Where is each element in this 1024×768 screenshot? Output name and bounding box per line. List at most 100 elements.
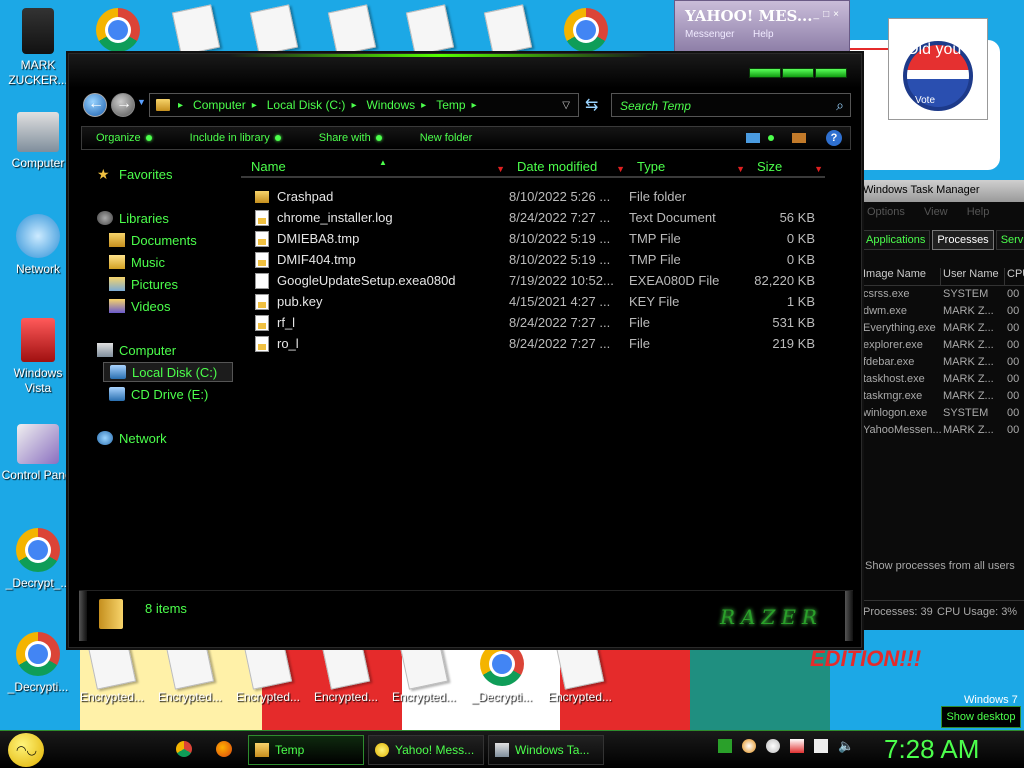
view-dropdown-icon[interactable] xyxy=(768,135,774,141)
column-dropdown-icon[interactable]: ▼ xyxy=(736,160,745,178)
clock[interactable]: 7:28 AM xyxy=(884,734,979,765)
process-row[interactable]: Everything.exe MARK Z... 00 xyxy=(861,322,1024,339)
minimize-button[interactable] xyxy=(749,68,781,78)
nav-videos[interactable]: Videos xyxy=(109,296,171,316)
volume-icon[interactable]: 🔈 xyxy=(838,739,854,753)
col-user-name[interactable]: User Name xyxy=(941,268,1005,285)
chevron-right-icon[interactable]: ▸ xyxy=(351,100,356,111)
chevron-down-icon[interactable]: ▽ xyxy=(562,100,570,111)
recent-pages-dropdown-icon[interactable]: ▼ xyxy=(137,97,146,107)
nav-music[interactable]: Music xyxy=(109,252,165,272)
nav-pictures[interactable]: Pictures xyxy=(109,274,178,294)
breadcrumb-temp[interactable]: Temp xyxy=(436,98,465,112)
yahoo-caption-buttons[interactable]: _□× xyxy=(814,9,843,20)
col-date-modified[interactable]: Date modified ▼ xyxy=(507,158,627,178)
col-cpu[interactable]: CPU xyxy=(1005,268,1024,285)
col-size[interactable]: Size ▼ xyxy=(747,158,825,178)
process-row[interactable]: csrss.exe SYSTEM 00 xyxy=(861,288,1024,305)
col-image-name[interactable]: Image Name xyxy=(861,268,941,285)
file-row[interactable]: DMIF404.tmp 8/10/2022 5:19 ... TMP File 0 K… xyxy=(241,249,857,270)
file-row[interactable]: GoogleUpdateSetup.exea080d 7/19/2022 10:5… xyxy=(241,270,857,291)
search-icon[interactable]: ⌕ xyxy=(836,97,844,114)
nav-network[interactable]: Network xyxy=(97,428,167,448)
process-row[interactable]: taskhost.exe MARK Z... 00 xyxy=(861,373,1024,390)
column-dropdown-icon[interactable]: ▼ xyxy=(814,160,823,178)
process-row[interactable]: taskmgr.exe MARK Z... 00 xyxy=(861,390,1024,407)
nav-cd-drive[interactable]: CD Drive (E:) xyxy=(109,384,208,404)
messenger-tray-icon[interactable] xyxy=(766,739,780,753)
yahoo-help-menu[interactable]: Help xyxy=(753,29,774,40)
preview-pane-icon[interactable] xyxy=(792,133,806,143)
tab-services[interactable]: Services xyxy=(995,230,1024,250)
chevron-right-icon[interactable]: ▸ xyxy=(178,100,183,111)
desktop-icon-user[interactable]: MARK ZUCKER... xyxy=(0,8,76,88)
desktop-icon-network[interactable]: Network xyxy=(0,214,76,277)
desktop-icon-encrypted[interactable]: Encrypted... xyxy=(308,638,384,705)
show-all-processes-button[interactable]: Show processes from all users xyxy=(865,560,1015,572)
process-row[interactable]: YahooMessen... MARK Z... 00 xyxy=(861,424,1024,441)
chevron-right-icon[interactable]: ▸ xyxy=(421,100,426,111)
process-row[interactable]: fdebar.exe MARK Z... 00 xyxy=(861,356,1024,373)
desktop-icon-encrypted[interactable]: Encrypted... xyxy=(542,638,618,705)
desktop-icon-paper[interactable] xyxy=(470,4,546,56)
tab-applications[interactable]: Applications xyxy=(861,230,931,250)
desktop-icon-control-panel[interactable]: Control Panel xyxy=(0,424,76,483)
task-manager-window[interactable]: Windows Task Manager Options View Help A… xyxy=(860,180,1024,630)
desktop-icon-recycle-bin[interactable]: Windows Vista xyxy=(0,318,76,396)
file-row[interactable]: DMIEBA8.tmp 8/10/2022 5:19 ... TMP File 0 K… xyxy=(241,228,857,249)
tab-processes[interactable]: Processes xyxy=(932,230,994,250)
chevron-right-icon[interactable]: ▸ xyxy=(472,100,477,111)
network-tray-icon[interactable] xyxy=(814,739,828,753)
taskbar-button-task-manager[interactable]: Windows Ta... xyxy=(488,735,604,765)
search-input[interactable] xyxy=(612,94,812,118)
tm-menu-view[interactable]: View xyxy=(924,206,948,218)
firefox-quicklaunch-icon[interactable] xyxy=(216,741,232,757)
show-desktop-button[interactable]: Show desktop xyxy=(941,706,1021,728)
new-folder-button[interactable]: New folder xyxy=(420,132,473,144)
refresh-icon[interactable]: ⇆ xyxy=(585,95,598,115)
desktop-icon-chrome-top-2[interactable] xyxy=(548,8,624,56)
explorer-titlebar[interactable] xyxy=(69,54,861,88)
close-button[interactable] xyxy=(815,68,847,78)
chevron-right-icon[interactable]: ▸ xyxy=(252,100,257,111)
breadcrumb-local-disk[interactable]: Local Disk (C:) xyxy=(267,98,346,112)
col-name[interactable]: ▲ Name ▼ xyxy=(241,158,507,178)
yahoo-messenger-window[interactable]: YAHOO! MES... Messenger Help _□× xyxy=(674,0,850,52)
desktop-icon-paper[interactable] xyxy=(236,4,312,56)
chrome-quicklaunch-icon[interactable] xyxy=(176,741,192,757)
desktop-icon-decrypt-2[interactable]: _Decrypti... xyxy=(0,632,76,695)
desktop-icon-paper[interactable] xyxy=(158,4,234,56)
column-dropdown-icon[interactable]: ▼ xyxy=(496,160,505,178)
action-center-icon[interactable] xyxy=(790,739,804,753)
desktop-icon-encrypted[interactable]: Encrypted... xyxy=(230,638,306,705)
breadcrumb-windows[interactable]: Windows xyxy=(366,98,415,112)
share-with-button[interactable]: Share with xyxy=(319,132,382,144)
file-row[interactable]: rf_l 8/24/2022 7:27 ... File 531 KB xyxy=(241,312,857,333)
desktop-icon-decrypt[interactable]: _Decrypt_... xyxy=(0,528,76,591)
breadcrumb[interactable]: ▸ Computer ▸ Local Disk (C:) ▸ Windows ▸… xyxy=(149,93,579,117)
col-type[interactable]: Type ▼ xyxy=(627,158,747,178)
file-row[interactable]: Crashpad 8/10/2022 5:26 ... File folder xyxy=(241,186,857,207)
organize-button[interactable]: Organize xyxy=(96,132,152,144)
taskbar-button-temp[interactable]: Temp xyxy=(248,735,364,765)
desktop-icon-encrypted[interactable]: Encrypted... xyxy=(386,638,462,705)
nav-libraries[interactable]: Libraries xyxy=(97,208,169,228)
include-in-library-button[interactable]: Include in library xyxy=(190,132,281,144)
tm-menu-help[interactable]: Help xyxy=(967,206,990,218)
nav-favorites[interactable]: ★ Favorites xyxy=(97,164,172,184)
desktop-icon-encrypted[interactable]: Encrypted... xyxy=(152,638,228,705)
column-dropdown-icon[interactable]: ▼ xyxy=(616,160,625,178)
desktop-icon-decrypt-3[interactable]: _Decrypti... xyxy=(464,642,540,705)
nav-local-disk[interactable]: Local Disk (C:) xyxy=(103,362,233,382)
nav-documents[interactable]: Documents xyxy=(109,230,197,250)
file-row[interactable]: pub.key 4/15/2021 4:27 ... KEY File 1 KB xyxy=(241,291,857,312)
everything-tray-icon[interactable] xyxy=(718,739,732,753)
desktop-icon-encrypted[interactable]: Encrypted... xyxy=(74,638,150,705)
change-view-icon[interactable] xyxy=(746,133,760,143)
tm-menu-options[interactable]: Options xyxy=(867,206,905,218)
search-tray-icon[interactable] xyxy=(742,739,756,753)
nav-computer[interactable]: Computer xyxy=(97,340,176,360)
process-row[interactable]: winlogon.exe SYSTEM 00 xyxy=(861,407,1024,424)
desktop-icon-chrome-top[interactable] xyxy=(80,8,156,56)
desktop-icon-paper[interactable] xyxy=(314,4,390,56)
